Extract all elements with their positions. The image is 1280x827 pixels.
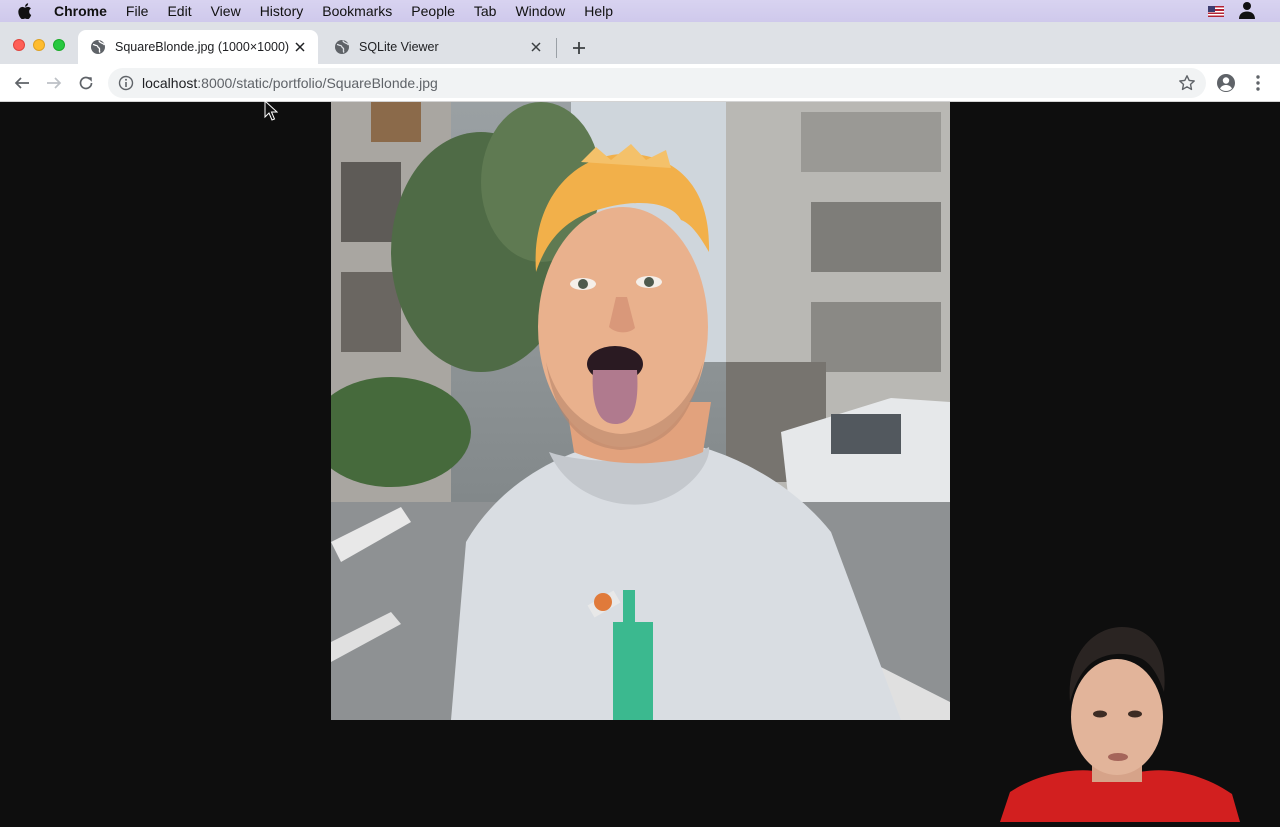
forward-arrow-icon <box>47 77 62 89</box>
close-icon[interactable] <box>528 39 544 55</box>
presenter-video <box>1000 627 1240 822</box>
apple-icon[interactable] <box>18 3 38 19</box>
tab-title: SQLite Viewer <box>359 40 439 54</box>
tab-squareblonde[interactable]: SquareBlonde.jpg (1000×1000) <box>78 30 318 64</box>
mouse-cursor-icon <box>264 99 279 122</box>
browser-menu-button[interactable] <box>1248 73 1268 93</box>
url-host: localhost <box>142 75 198 91</box>
back-button[interactable] <box>12 73 32 93</box>
menu-people[interactable]: People <box>411 3 455 19</box>
profile-icon <box>1217 74 1235 92</box>
minimize-window-button[interactable] <box>33 39 45 51</box>
image-viewer <box>0 102 1280 822</box>
menu-help[interactable]: Help <box>584 3 613 19</box>
user-silhouette-icon[interactable] <box>1238 1 1256 22</box>
menu-edit[interactable]: Edit <box>167 3 191 19</box>
photo-illustration <box>331 102 950 720</box>
menu-file[interactable]: File <box>126 3 149 19</box>
tab-sqlite-viewer[interactable]: SQLite Viewer <box>322 30 554 64</box>
address-bar[interactable]: localhost:8000/static/portfolio/SquareBl… <box>108 68 1206 98</box>
info-icon[interactable] <box>118 75 134 91</box>
close-window-button[interactable] <box>13 39 25 51</box>
menu-app-name[interactable]: Chrome <box>54 3 107 19</box>
webcam-overlay <box>1000 622 1240 822</box>
globe-icon <box>90 39 106 55</box>
tab-separator <box>556 38 557 58</box>
fullscreen-window-button[interactable] <box>53 39 65 51</box>
browser-toolbar: localhost:8000/static/portfolio/SquareBl… <box>0 64 1280 102</box>
url-text[interactable]: localhost:8000/static/portfolio/SquareBl… <box>142 75 438 91</box>
profile-button[interactable] <box>1216 73 1236 93</box>
tab-title: SquareBlonde.jpg (1000×1000) <box>115 40 290 54</box>
plus-icon <box>573 42 585 54</box>
menu-history[interactable]: History <box>260 3 304 19</box>
tab-strip: SquareBlonde.jpg (1000×1000) SQLite View… <box>0 22 1280 64</box>
url-path: :8000/static/portfolio/SquareBlonde.jpg <box>197 75 438 91</box>
menu-view[interactable]: View <box>211 3 241 19</box>
kebab-menu-icon <box>1256 75 1260 91</box>
reload-button[interactable] <box>76 73 96 93</box>
reload-icon <box>79 76 93 90</box>
us-flag-icon[interactable] <box>1208 5 1224 17</box>
globe-icon <box>334 39 350 55</box>
menu-bookmarks[interactable]: Bookmarks <box>322 3 392 19</box>
macos-menubar: Chrome File Edit View History Bookmarks … <box>0 0 1280 22</box>
star-icon[interactable] <box>1178 74 1196 92</box>
new-tab-button[interactable] <box>570 39 588 57</box>
forward-button[interactable] <box>44 73 64 93</box>
close-icon[interactable] <box>292 39 308 55</box>
menu-window[interactable]: Window <box>515 3 565 19</box>
back-arrow-icon <box>14 77 29 89</box>
window-controls <box>13 39 65 51</box>
menu-tab[interactable]: Tab <box>474 3 497 19</box>
portfolio-photo[interactable] <box>331 102 950 720</box>
